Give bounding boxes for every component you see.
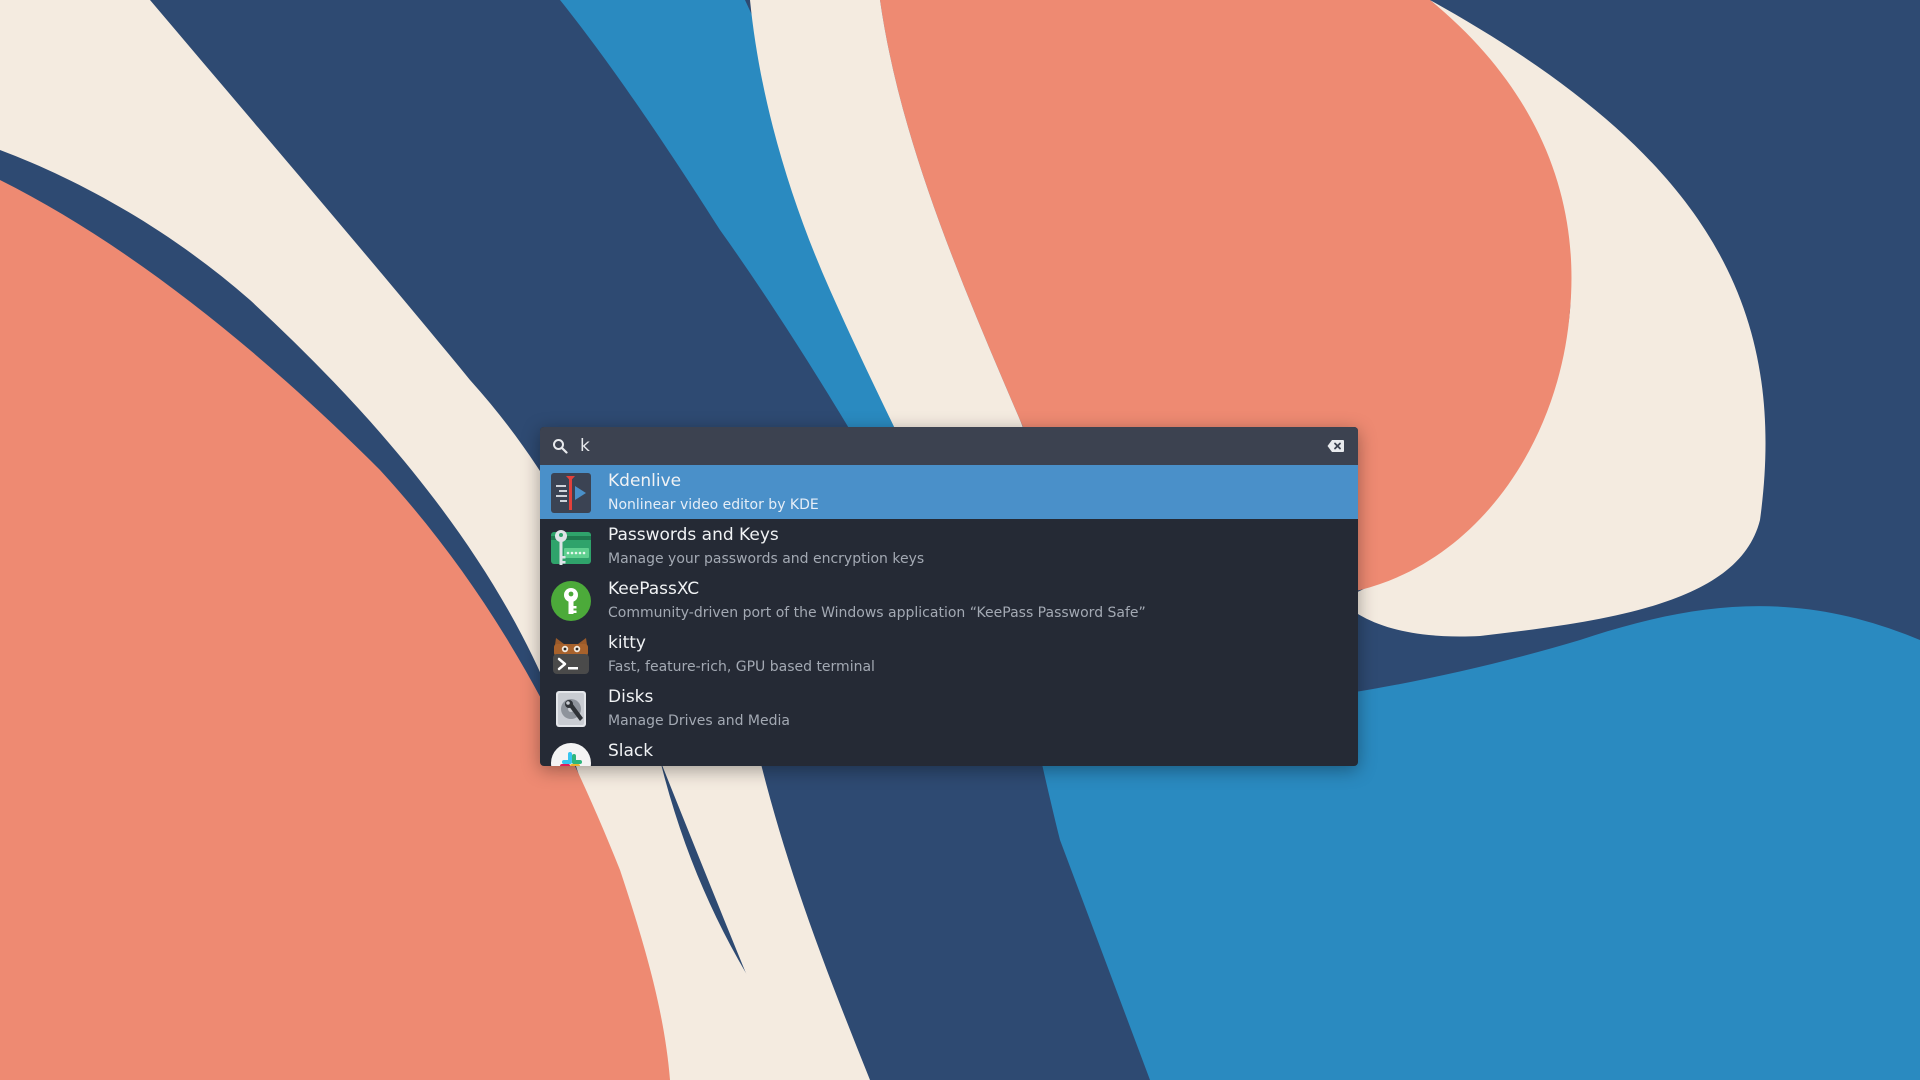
search-icon xyxy=(553,439,568,454)
result-description: Community-driven port of the Windows app… xyxy=(608,605,1146,621)
clear-search-button[interactable] xyxy=(1324,436,1348,456)
result-kitty[interactable]: kitty Fast, feature-rich, GPU based term… xyxy=(540,627,1358,681)
result-kdenlive[interactable]: Kdenlive Nonlinear video editor by KDE xyxy=(540,465,1358,519)
result-name: Passwords and Keys xyxy=(608,525,779,545)
result-name: kitty xyxy=(608,633,646,653)
result-description: Manage your passwords and encryption key… xyxy=(608,551,925,567)
result-name: Slack xyxy=(608,741,654,761)
search-bar xyxy=(540,427,1358,465)
desktop: Kdenlive Nonlinear video editor by KDE xyxy=(0,0,1920,1080)
result-name: Kdenlive xyxy=(608,471,682,491)
result-slack[interactable]: Slack xyxy=(540,735,1358,766)
backspace-clear-icon xyxy=(1327,440,1344,452)
result-passwords-and-keys[interactable]: Passwords and Keys Manage your passwords… xyxy=(540,519,1358,573)
passwords-and-keys-icon xyxy=(551,530,591,565)
results-list: Kdenlive Nonlinear video editor by KDE P… xyxy=(540,465,1358,766)
result-description: Nonlinear video editor by KDE xyxy=(608,497,819,513)
result-keepassxc[interactable]: KeePassXC Community-driven port of the W… xyxy=(540,573,1358,627)
search-input[interactable] xyxy=(580,427,1280,465)
result-description: Fast, feature-rich, GPU based terminal xyxy=(608,659,875,675)
kitty-icon xyxy=(553,638,589,674)
kdenlive-icon xyxy=(551,473,591,513)
result-name: Disks xyxy=(608,687,654,707)
app-launcher: Kdenlive Nonlinear video editor by KDE xyxy=(540,427,1358,766)
slack-icon xyxy=(551,743,591,766)
result-description: Manage Drives and Media xyxy=(608,713,790,729)
disks-icon xyxy=(556,691,586,727)
result-disks[interactable]: Disks Manage Drives and Media xyxy=(540,681,1358,735)
keepassxc-icon xyxy=(551,581,591,621)
result-name: KeePassXC xyxy=(608,579,700,599)
